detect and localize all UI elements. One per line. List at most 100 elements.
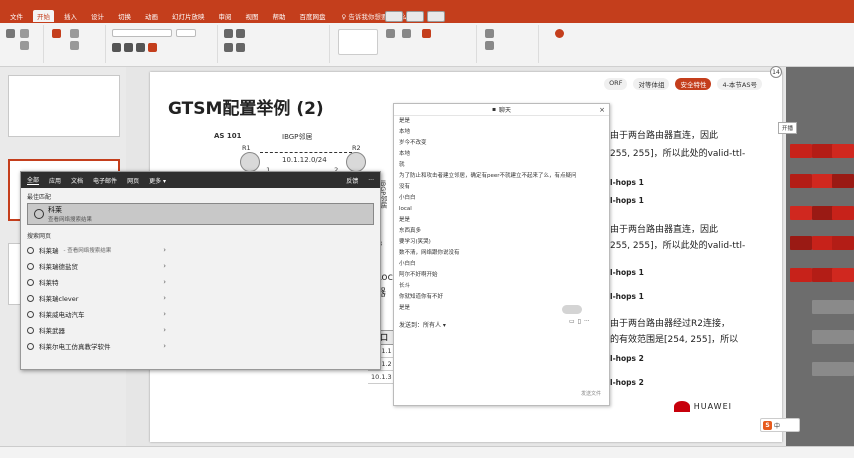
participant-tile[interactable] [832,268,854,282]
bold-icon[interactable] [112,43,121,52]
filter-docs[interactable]: 文档 [71,176,83,185]
reset-icon[interactable] [70,41,79,50]
nav-pill[interactable]: 4-本节AS号 [717,78,762,90]
tab-home[interactable]: 开始 [33,10,54,22]
tab-design[interactable]: 设计 [87,10,108,22]
ime-indicator[interactable]: S 中 [760,418,800,432]
web-result-item[interactable]: 科莱瑞clever › [21,290,380,306]
filter-apps[interactable]: 应用 [49,176,61,185]
record-icon[interactable] [555,29,564,38]
italic-icon[interactable] [124,43,133,52]
font-name-field[interactable] [112,29,172,37]
participant-tile[interactable] [832,206,854,220]
participant-tile[interactable] [812,206,834,220]
participant-tile[interactable] [812,174,834,188]
nav-pill-active[interactable]: 安全特性 [675,78,712,90]
participant-tile[interactable] [832,330,854,344]
tab-view[interactable]: 视图 [242,10,263,22]
arrange-icon[interactable] [386,29,395,38]
participant-tile[interactable] [832,144,854,158]
participant-tile[interactable] [832,236,854,250]
chevron-right-icon[interactable]: › [163,342,166,350]
status-bar [0,446,854,458]
web-result-item[interactable]: 科莱威电动汽车 › [21,306,380,322]
web-result-item[interactable]: 科莱特 › [21,274,380,290]
slide-thumbnail[interactable] [8,75,120,137]
control-button[interactable] [385,10,403,22]
chevron-right-icon[interactable]: › [163,262,166,270]
find-icon[interactable] [485,29,494,38]
filter-more[interactable]: 更多 ▾ [149,176,166,185]
quick-styles-icon[interactable] [402,29,411,38]
control-button[interactable] [406,10,424,22]
participant-tile[interactable] [790,206,812,220]
participant-tile[interactable] [812,236,834,250]
best-match-item[interactable]: 科莱 查看网络搜索结果 [27,203,374,225]
control-button[interactable] [427,10,445,22]
chat-message: 没有 [399,184,411,190]
nav-pill[interactable]: ORF [604,78,628,90]
participant-tile[interactable] [790,268,812,282]
slide-body-line: 255, 255]，所以此处的valid-ttl- [610,149,746,159]
chevron-right-icon[interactable]: › [163,326,166,334]
web-result-item[interactable]: 科莱尔电工仿真教学软件 › [21,338,380,354]
nav-pill[interactable]: 对等体组 [633,78,670,90]
paste-icon[interactable] [6,29,15,38]
chevron-right-icon[interactable]: › [163,246,166,254]
web-result-item[interactable]: 科莱瑞德盐贸 › [21,258,380,274]
align-left-icon[interactable] [224,43,233,52]
participant-tile[interactable] [812,300,834,314]
cut-icon[interactable] [20,29,29,38]
web-result-item[interactable]: 科莱武器 › [21,322,380,338]
participant-tile[interactable] [832,300,854,314]
font-size-field[interactable] [176,29,196,37]
participant-tile[interactable] [832,174,854,188]
chat-footer[interactable]: 发送文件 [581,390,601,397]
numbering-icon[interactable] [236,29,245,38]
participant-tile[interactable] [812,144,834,158]
participant-tile[interactable] [790,236,812,250]
underline-icon[interactable] [136,43,145,52]
align-center-icon[interactable] [236,43,245,52]
tab-animations[interactable]: 动画 [141,10,162,22]
filter-web[interactable]: 网页 [127,176,139,185]
layout-icon[interactable] [70,29,79,38]
tab-baidu[interactable]: 百度网盘 [296,10,330,22]
more-options-button[interactable]: ··· [368,177,374,184]
file-icon[interactable]: ▯ [578,318,581,325]
filter-all[interactable]: 全部 [27,175,40,185]
participant-tile[interactable] [832,362,854,376]
tab-insert[interactable]: 插入 [60,10,81,22]
send-to-selector[interactable]: 发送到：所有人 ▾ [399,320,446,329]
tab-slideshow[interactable]: 幻灯片放映 [168,10,209,22]
chat-panel: ▪ 聊天 × 是是 本地 岁今不改变 本地就为了防止和攻击者建立邻居，确定有peer不… [393,103,610,406]
rail-note[interactable]: 开播 [778,122,798,134]
shape-fill-icon[interactable] [422,29,431,38]
chat-message-list[interactable]: 是是 本地 岁今不改变 本地就为了防止和攻击者建立邻居，确定有peer不就建立不起来了… [394,116,609,314]
filter-email[interactable]: 电子邮件 [93,176,117,185]
web-result-item[interactable]: 科莱瑞 - 查看网络搜索结果 › [21,242,380,258]
copy-icon[interactable] [20,41,29,50]
tab-file[interactable]: 文件 [6,10,27,22]
chevron-right-icon[interactable]: › [163,310,166,318]
chevron-right-icon[interactable]: › [163,278,166,286]
participant-tile[interactable] [790,144,812,158]
tab-review[interactable]: 审阅 [215,10,236,22]
shapes-gallery[interactable] [338,29,378,55]
bullets-icon[interactable] [224,29,233,38]
huawei-logo-icon [673,401,690,412]
new-slide-icon[interactable] [52,29,61,38]
image-icon[interactable]: ▭ [569,318,575,325]
close-icon[interactable]: × [599,106,605,114]
tab-help[interactable]: 帮助 [269,10,290,22]
tab-transitions[interactable]: 切换 [114,10,135,22]
participant-tile[interactable] [790,174,812,188]
feedback-button[interactable]: 反馈 [346,176,358,185]
participant-tile[interactable] [812,362,834,376]
chevron-right-icon[interactable]: › [163,294,166,302]
replace-icon[interactable] [485,41,494,50]
participant-tile[interactable] [812,330,834,344]
font-color-icon[interactable] [148,43,157,52]
more-icon[interactable]: ··· [584,318,590,325]
participant-tile[interactable] [812,268,834,282]
